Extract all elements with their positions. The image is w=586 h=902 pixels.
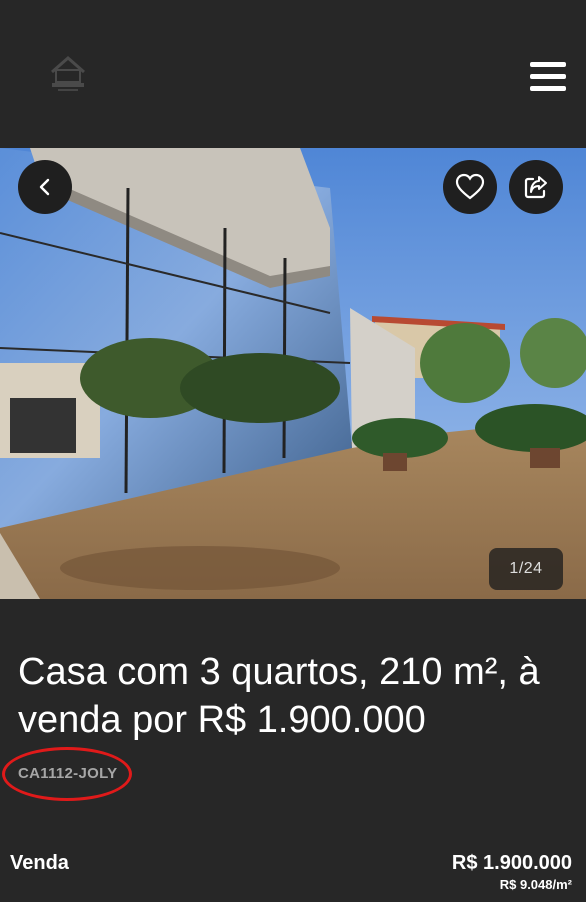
app-header xyxy=(0,0,586,148)
heart-icon xyxy=(455,173,485,200)
share-button[interactable] xyxy=(509,160,563,214)
share-icon xyxy=(524,176,547,199)
listing-price: R$ 1.900.000 xyxy=(451,852,572,874)
hamburger-menu-icon[interactable] xyxy=(530,62,566,94)
highlight-annotation xyxy=(2,747,132,801)
property-photo[interactable] xyxy=(0,148,586,599)
favorite-button[interactable] xyxy=(443,160,497,214)
price-per-m2: R$ 9.048/m² xyxy=(499,877,572,892)
house-logo-icon[interactable] xyxy=(48,50,88,94)
back-button[interactable] xyxy=(18,160,72,214)
chevron-left-icon xyxy=(39,178,50,196)
photo-counter: 1/24 xyxy=(489,548,563,590)
listing-title: Casa com 3 quartos, 210 m², à venda por … xyxy=(18,651,540,741)
transaction-type: Venda xyxy=(10,852,69,874)
